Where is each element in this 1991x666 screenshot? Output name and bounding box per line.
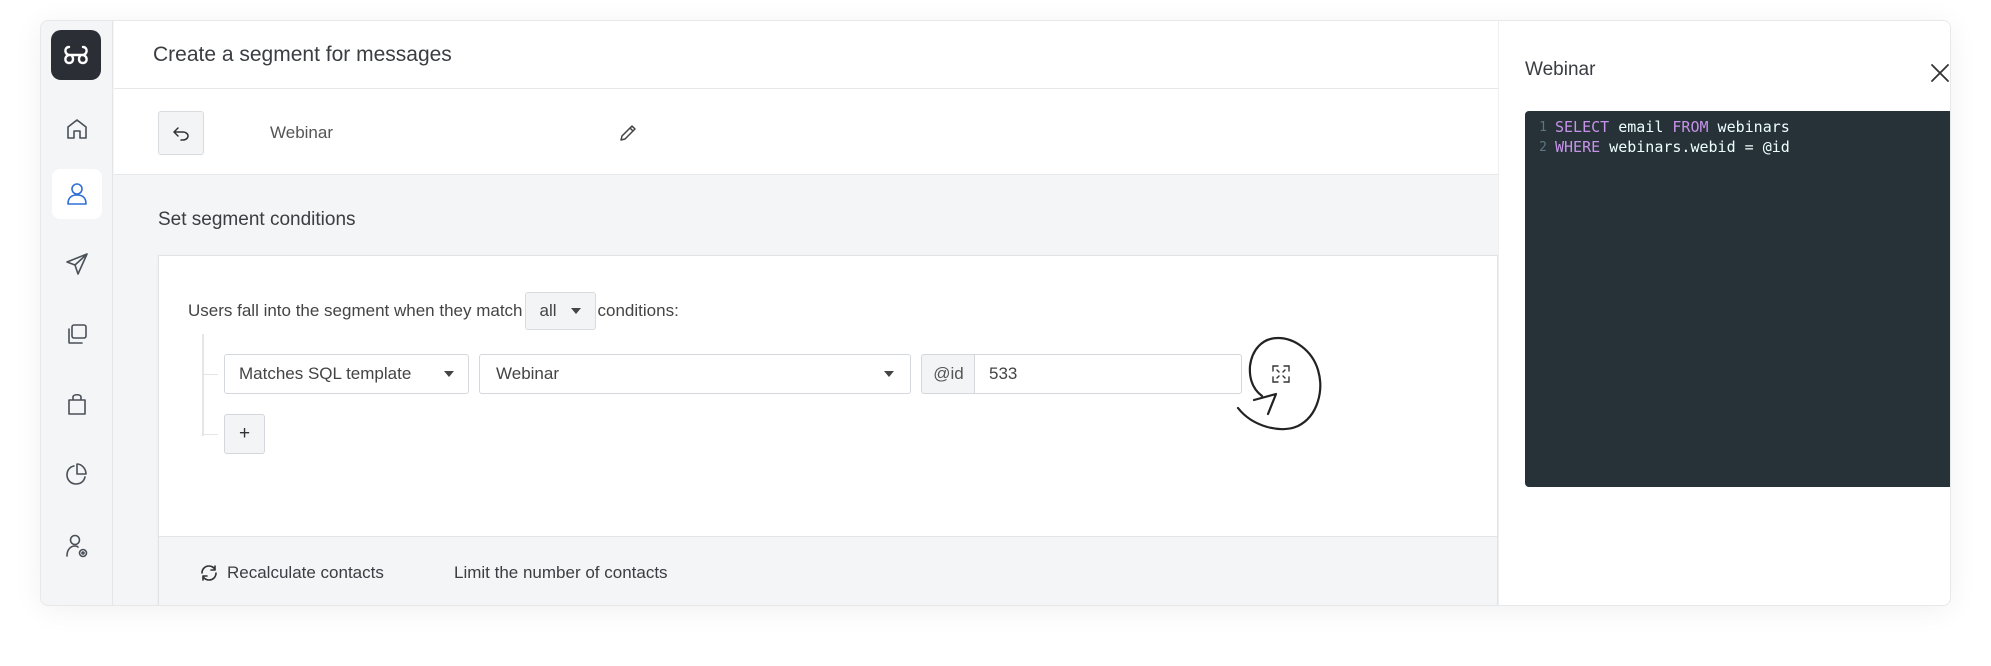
sql-text: webinars (1708, 118, 1790, 136)
match-mode-select[interactable]: all (524, 292, 596, 330)
panel-title: Webinar (1525, 59, 1596, 80)
conditions-card: Users fall into the segment when they ma… (158, 255, 1498, 605)
sql-text: email (1609, 118, 1673, 136)
shopping-bag-icon (68, 393, 86, 415)
pie-chart-icon (66, 463, 87, 485)
param-label: @id (921, 354, 975, 394)
code-line: 2 WHERE webinars.webid = @id (1525, 137, 1950, 157)
refresh-icon (201, 565, 217, 581)
logo-icon (64, 45, 88, 65)
recalculate-contacts-button[interactable]: Recalculate contacts (199, 563, 384, 583)
tree-connector-branch (202, 434, 218, 435)
page-title: Create a segment for messages (153, 43, 452, 66)
segment-name: Webinar (270, 123, 333, 142)
sidebar-item-products[interactable] (52, 379, 102, 429)
sql-template-panel: Webinar 1 SELECT email FROM webinars 2 WHER… (1498, 21, 1951, 605)
copy-icon (68, 324, 87, 344)
sql-keyword: FROM (1672, 118, 1709, 136)
conditions-section-title: Set segment conditions (158, 209, 356, 230)
tree-connector-branch (202, 374, 218, 375)
code-line: 1 SELECT email FROM webinars (1525, 117, 1950, 137)
sql-code-editor[interactable]: 1 SELECT email FROM webinars 2 WHERE webina… (1525, 111, 1950, 487)
condition-type-value: Matches SQL template (239, 364, 412, 383)
back-button[interactable] (158, 111, 204, 155)
app-window: Create a segment for messages Webinar Se… (40, 20, 1951, 606)
sql-text: webinars.webid = @id (1600, 138, 1790, 156)
user-settings-icon (66, 534, 88, 558)
app-logo[interactable] (51, 30, 101, 80)
home-icon (67, 119, 87, 139)
card-footer: Recalculate contacts Limit the number of… (159, 536, 1497, 605)
condition-type-select[interactable]: Matches SQL template (224, 354, 469, 394)
close-icon[interactable] (1926, 59, 1951, 87)
sidebar-item-account-settings[interactable] (52, 521, 102, 571)
chevron-down-icon (444, 371, 454, 377)
sidebar-item-contacts[interactable] (52, 169, 102, 219)
pencil-icon[interactable] (617, 122, 639, 144)
param-value: 533 (989, 364, 1018, 383)
add-condition-button[interactable]: + (224, 414, 265, 454)
sql-template-value: Webinar (496, 364, 559, 383)
match-rule-line: Users fall into the segment when they ma… (188, 292, 679, 330)
sidebar-item-campaigns[interactable] (52, 239, 102, 289)
param-value-input[interactable]: 533 (974, 354, 1242, 394)
recalculate-contacts-label: Recalculate contacts (227, 563, 384, 582)
sidebar (41, 21, 113, 605)
user-icon (67, 183, 87, 205)
hand-drawn-arrow-annotation (1236, 336, 1322, 431)
sidebar-item-analytics[interactable] (52, 449, 102, 499)
chevron-down-icon (570, 308, 581, 314)
send-icon (66, 253, 88, 275)
undo-arrow-icon (173, 127, 189, 141)
line-number: 1 (1539, 119, 1547, 135)
tree-connector (202, 334, 204, 436)
match-suffix-text: conditions: (597, 301, 679, 320)
sql-keyword: WHERE (1555, 138, 1601, 156)
sql-keyword: SELECT (1555, 118, 1610, 136)
line-number: 2 (1539, 139, 1547, 155)
limit-contacts-link[interactable]: Limit the number of contacts (454, 563, 668, 583)
chevron-down-icon (884, 371, 894, 377)
sidebar-item-home[interactable] (52, 104, 102, 154)
sidebar-item-templates[interactable] (52, 309, 102, 359)
match-mode-value: all (539, 301, 557, 320)
match-prefix-text: Users fall into the segment when they ma… (188, 301, 523, 320)
sql-template-select[interactable]: Webinar (479, 354, 911, 394)
